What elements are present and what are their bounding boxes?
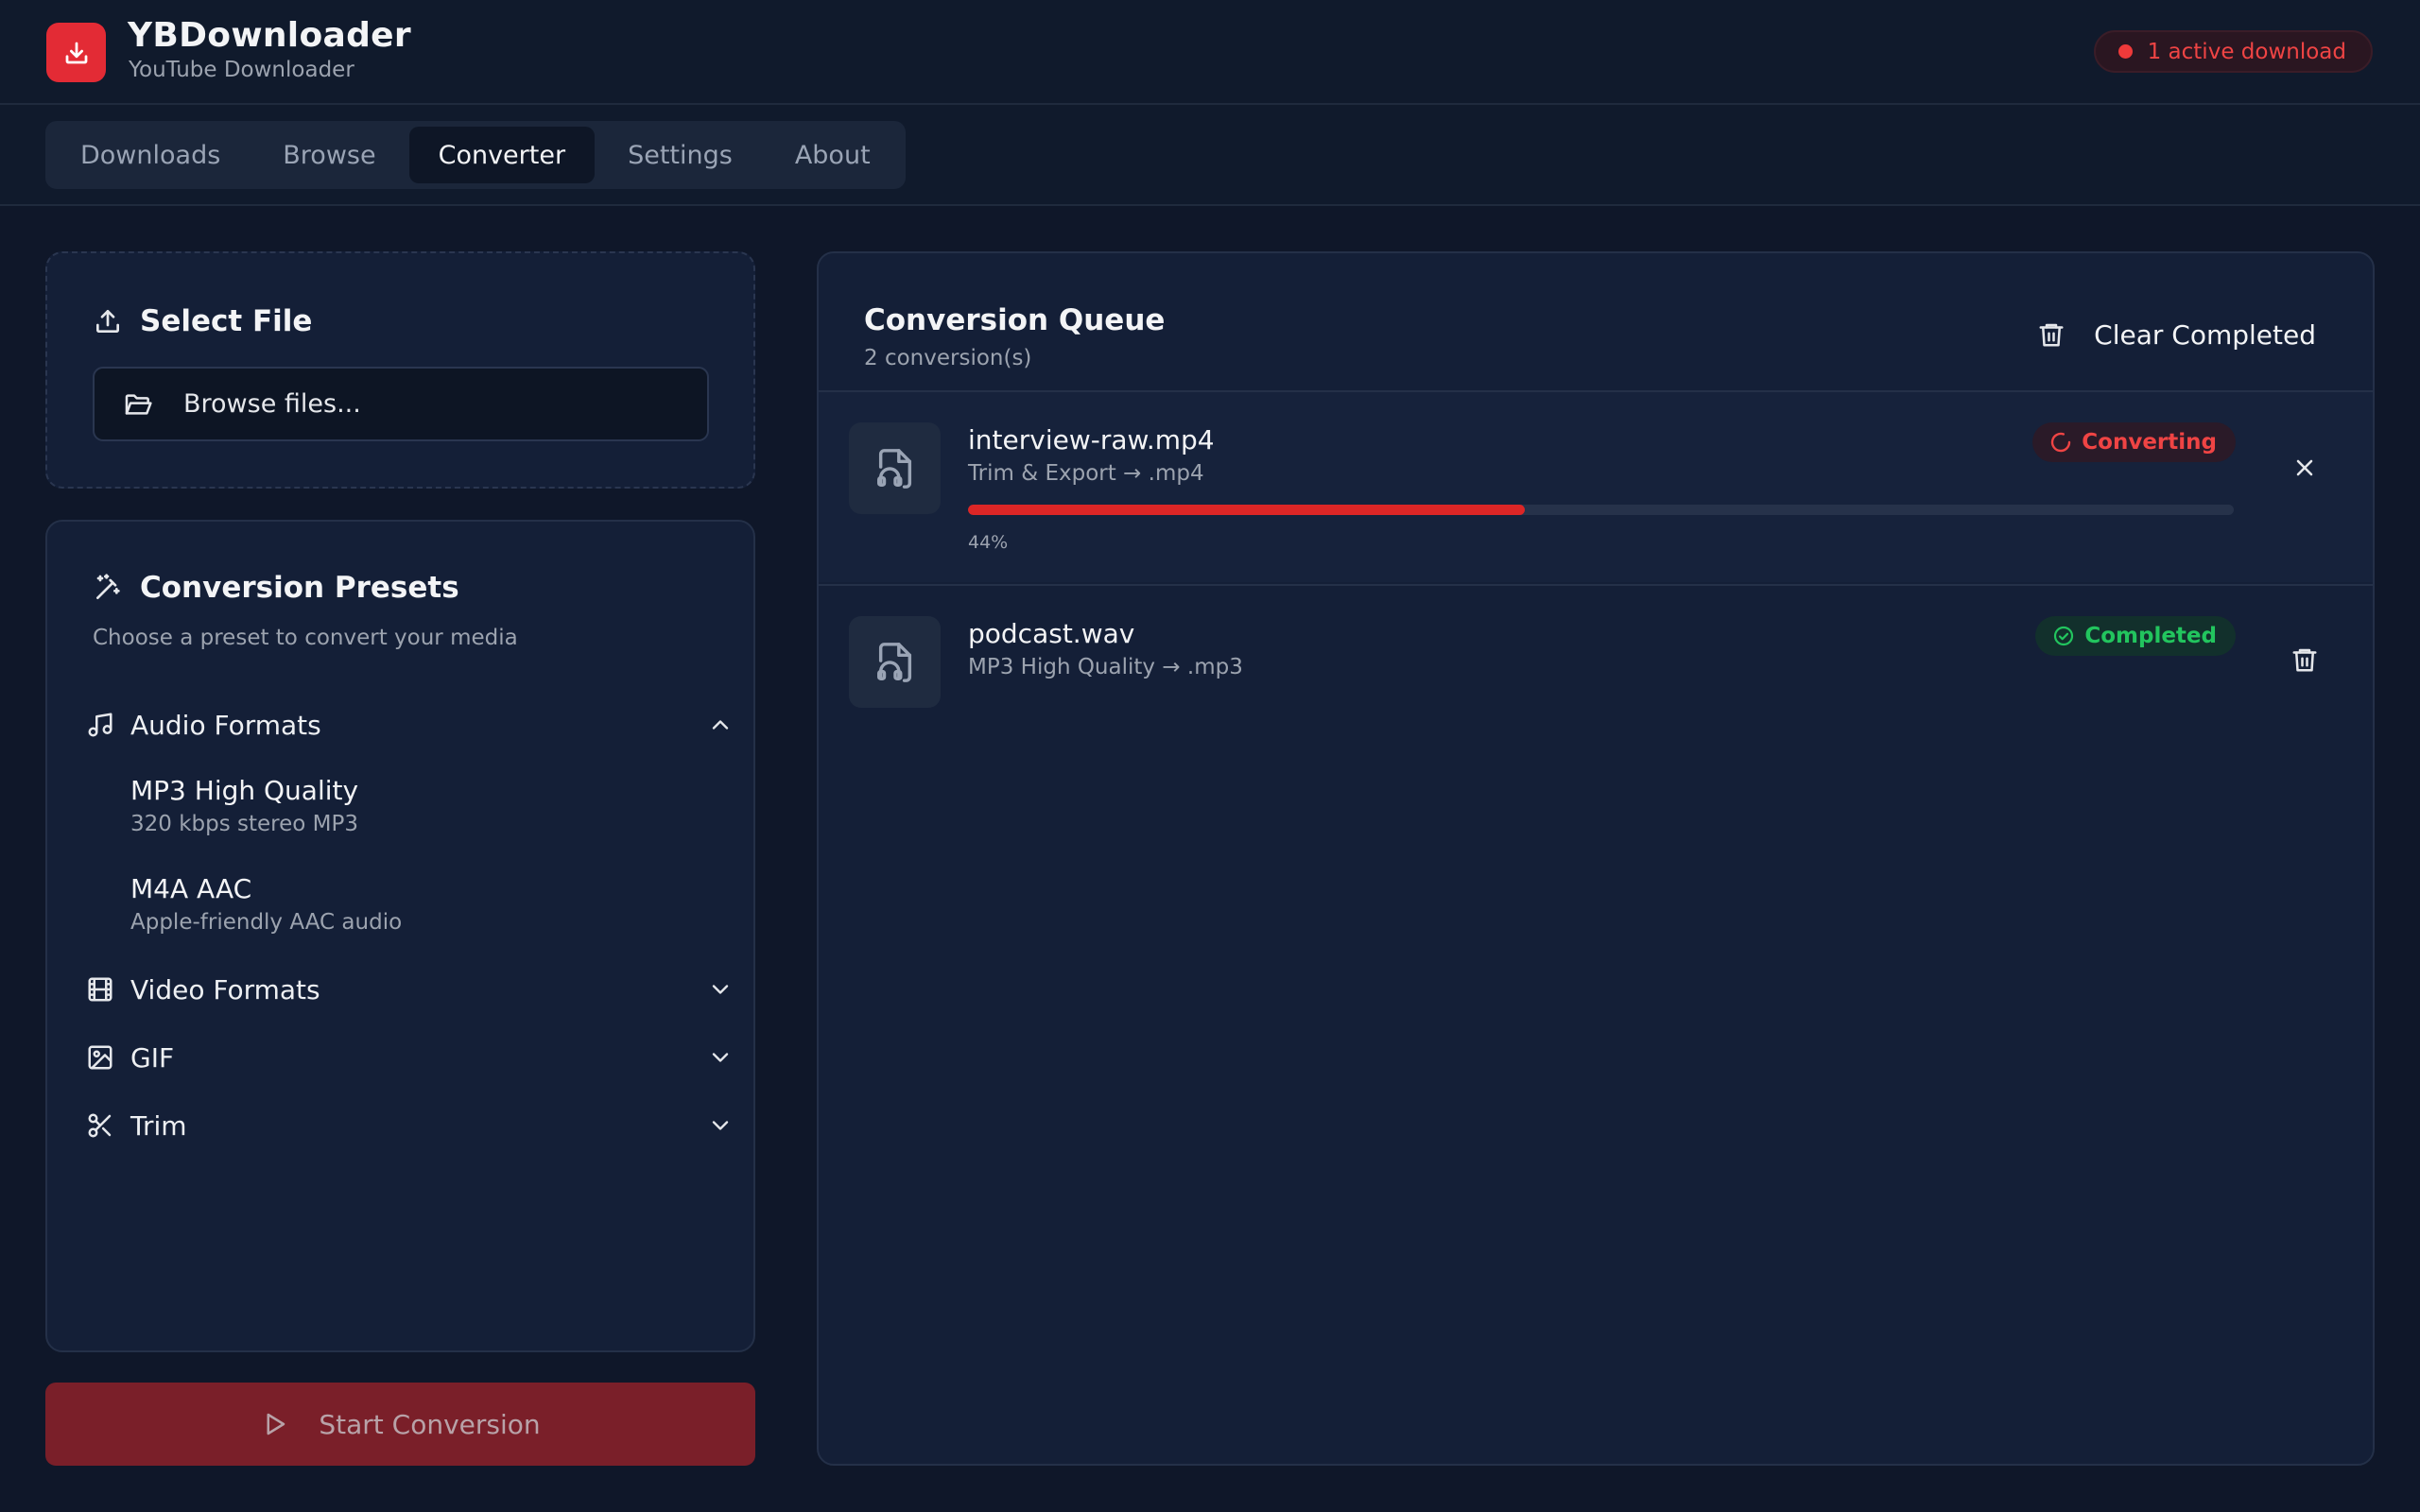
folder-open-icon	[125, 393, 152, 415]
delete-item-button[interactable]	[2282, 637, 2327, 682]
magic-wand-icon	[96, 574, 120, 599]
file-name: podcast.wav	[968, 618, 1135, 649]
tab-downloads[interactable]: Downloads	[51, 127, 250, 183]
image-icon	[88, 1045, 112, 1070]
progress-bar	[968, 505, 2234, 515]
upload-icon	[96, 310, 119, 333]
progress-fill	[968, 505, 1526, 515]
preset-group-trim[interactable]: Trim	[85, 1103, 734, 1148]
status-dot-icon	[2118, 44, 2133, 59]
main-tabs: Downloads Browse Converter Settings Abou…	[45, 121, 906, 189]
audio-file-icon	[876, 448, 911, 489]
tab-bar: Downloads Browse Converter Settings Abou…	[0, 105, 2420, 206]
tab-settings[interactable]: Settings	[598, 127, 762, 183]
file-name: interview-raw.mp4	[968, 424, 1215, 455]
close-icon	[2296, 459, 2313, 476]
app-logo	[46, 23, 106, 82]
tab-converter[interactable]: Converter	[408, 127, 596, 183]
start-conversion-button[interactable]: Start Conversion	[45, 1383, 755, 1466]
status-badge: Converting	[2032, 422, 2236, 462]
conversion-meta: MP3 High Quality → .mp3	[968, 655, 1243, 679]
preset-description: 320 kbps stereo MP3	[130, 812, 359, 836]
clear-completed-button[interactable]: Clear Completed	[2037, 312, 2316, 357]
active-download-badge[interactable]: 1 active download	[2093, 30, 2373, 73]
file-thumbnail	[849, 616, 941, 708]
clear-completed-label: Clear Completed	[2094, 318, 2316, 351]
chevron-up-icon	[712, 720, 729, 730]
preset-group-label: GIF	[130, 1041, 175, 1074]
start-conversion-label: Start Conversion	[319, 1408, 541, 1440]
status-badge: Completed	[2035, 616, 2236, 656]
preset-description: Apple-friendly AAC audio	[130, 910, 403, 935]
chevron-down-icon	[712, 1121, 729, 1130]
select-file-title: Select File	[140, 304, 313, 338]
preset-group-label: Trim	[130, 1109, 187, 1142]
trash-icon	[2292, 648, 2317, 672]
tab-about[interactable]: About	[766, 127, 900, 183]
queue-item: interview-raw.mp4 Trim & Export → .mp4 C…	[819, 390, 2373, 582]
chevron-down-icon	[712, 1053, 729, 1062]
conversion-presets-panel: Conversion Presets Choose a preset to co…	[45, 520, 755, 1352]
browse-files-label: Browse files...	[183, 389, 361, 419]
conversion-queue-panel: Conversion Queue 2 conversion(s) Clear C…	[817, 251, 2375, 1466]
check-circle-icon	[2054, 626, 2074, 646]
select-file-panel: Select File Browse files...	[45, 251, 755, 489]
preset-group-video[interactable]: Video Formats	[85, 967, 734, 1012]
presets-title: Conversion Presets	[140, 571, 459, 605]
presets-heading: Conversion Presets	[93, 571, 459, 605]
app-subtitle: YouTube Downloader	[129, 58, 354, 82]
chevron-down-icon	[712, 985, 729, 994]
presets-description: Choose a preset to convert your media	[93, 626, 518, 650]
app-title: YBDownloader	[128, 16, 411, 55]
tab-browse[interactable]: Browse	[253, 127, 405, 183]
preset-mp3-high-quality[interactable]: MP3 High Quality 320 kbps stereo MP3	[130, 775, 698, 836]
status-label: Completed	[2084, 624, 2217, 648]
queue-item: podcast.wav MP3 High Quality → .mp3 Comp…	[819, 584, 2373, 776]
select-file-heading: Select File	[93, 304, 312, 338]
preset-m4a-aac[interactable]: M4A AAC Apple-friendly AAC audio	[130, 873, 698, 935]
progress-percent: 44%	[968, 532, 1009, 553]
queue-count: 2 conversion(s)	[864, 346, 1032, 370]
music-note-icon	[88, 713, 112, 737]
preset-group-label: Audio Formats	[130, 709, 321, 741]
play-icon	[267, 1413, 285, 1435]
preset-group-gif[interactable]: GIF	[85, 1035, 734, 1080]
app-header: YBDownloader YouTube Downloader 1 active…	[0, 0, 2420, 105]
trash-icon	[2039, 323, 2064, 347]
cancel-conversion-button[interactable]	[2282, 445, 2327, 490]
preset-name: M4A AAC	[130, 873, 252, 904]
browse-files-button[interactable]: Browse files...	[93, 367, 709, 441]
status-label: Converting	[2082, 430, 2217, 455]
film-icon	[88, 977, 112, 1002]
audio-file-icon	[876, 642, 911, 682]
active-download-label: 1 active download	[2147, 39, 2346, 64]
spinner-icon	[2051, 432, 2071, 453]
scissors-icon	[88, 1113, 112, 1138]
preset-group-label: Video Formats	[130, 973, 320, 1005]
download-icon	[65, 42, 87, 63]
queue-title: Conversion Queue	[864, 303, 1166, 337]
preset-name: MP3 High Quality	[130, 775, 359, 806]
preset-group-audio[interactable]: Audio Formats	[85, 702, 734, 747]
conversion-meta: Trim & Export → .mp4	[968, 461, 1204, 486]
file-thumbnail	[849, 422, 941, 514]
